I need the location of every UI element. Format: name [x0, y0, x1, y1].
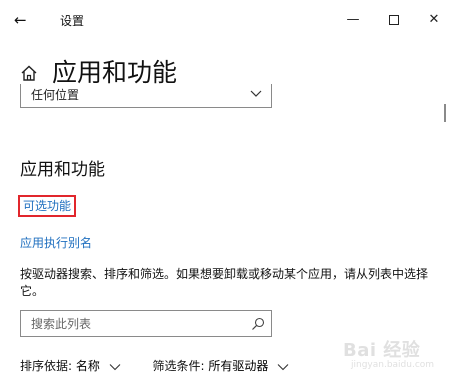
- search-box[interactable]: [20, 310, 272, 337]
- filter-bar: 排序依据: 名称 筛选条件: 所有驱动器: [20, 357, 289, 374]
- watermark-url: jingyan.baidu.com: [351, 360, 435, 370]
- baidu-jingyan-watermark: Bai 经验 jingyan.baidu.com: [343, 336, 443, 376]
- sort-value: 名称: [75, 359, 100, 373]
- window-title: 设置: [60, 14, 85, 28]
- home-icon: [21, 65, 37, 81]
- maximize-button[interactable]: [376, 8, 412, 32]
- chevron-down-icon: [109, 363, 121, 370]
- filter-dropdown[interactable]: 筛选条件: 所有驱动器: [153, 357, 290, 374]
- watermark-logo: Bai 经验: [343, 340, 421, 361]
- scrollbar-thumb[interactable]: [444, 104, 446, 122]
- install-location-dropdown[interactable]: 任何位置: [20, 84, 272, 108]
- minimize-button[interactable]: —: [335, 8, 371, 32]
- maximize-icon: [389, 14, 399, 25]
- chevron-down-icon: [277, 363, 289, 370]
- optional-features-link[interactable]: 可选功能: [18, 195, 77, 217]
- search-icon[interactable]: [251, 317, 265, 331]
- search-input[interactable]: [22, 312, 246, 335]
- install-location-value: 任何位置: [31, 88, 80, 102]
- section-title: 应用和功能: [20, 160, 105, 180]
- app-execution-alias-link[interactable]: 应用执行别名: [20, 234, 92, 251]
- filter-value: 所有驱动器: [208, 359, 269, 373]
- sort-label: 排序依据:: [20, 359, 73, 373]
- chevron-down-icon: [250, 90, 262, 97]
- filter-label: 筛选条件:: [152, 359, 205, 373]
- back-arrow-icon[interactable]: ←: [14, 10, 38, 30]
- close-button[interactable]: ✕: [416, 8, 452, 32]
- title-bar: ← 设置 — ✕: [0, 0, 454, 42]
- sort-dropdown[interactable]: 排序依据: 名称: [20, 357, 121, 374]
- description-text: 按驱动器搜索、排序和筛选。如果想要卸载或移动某个应用，请从列表中选择它。: [20, 267, 429, 298]
